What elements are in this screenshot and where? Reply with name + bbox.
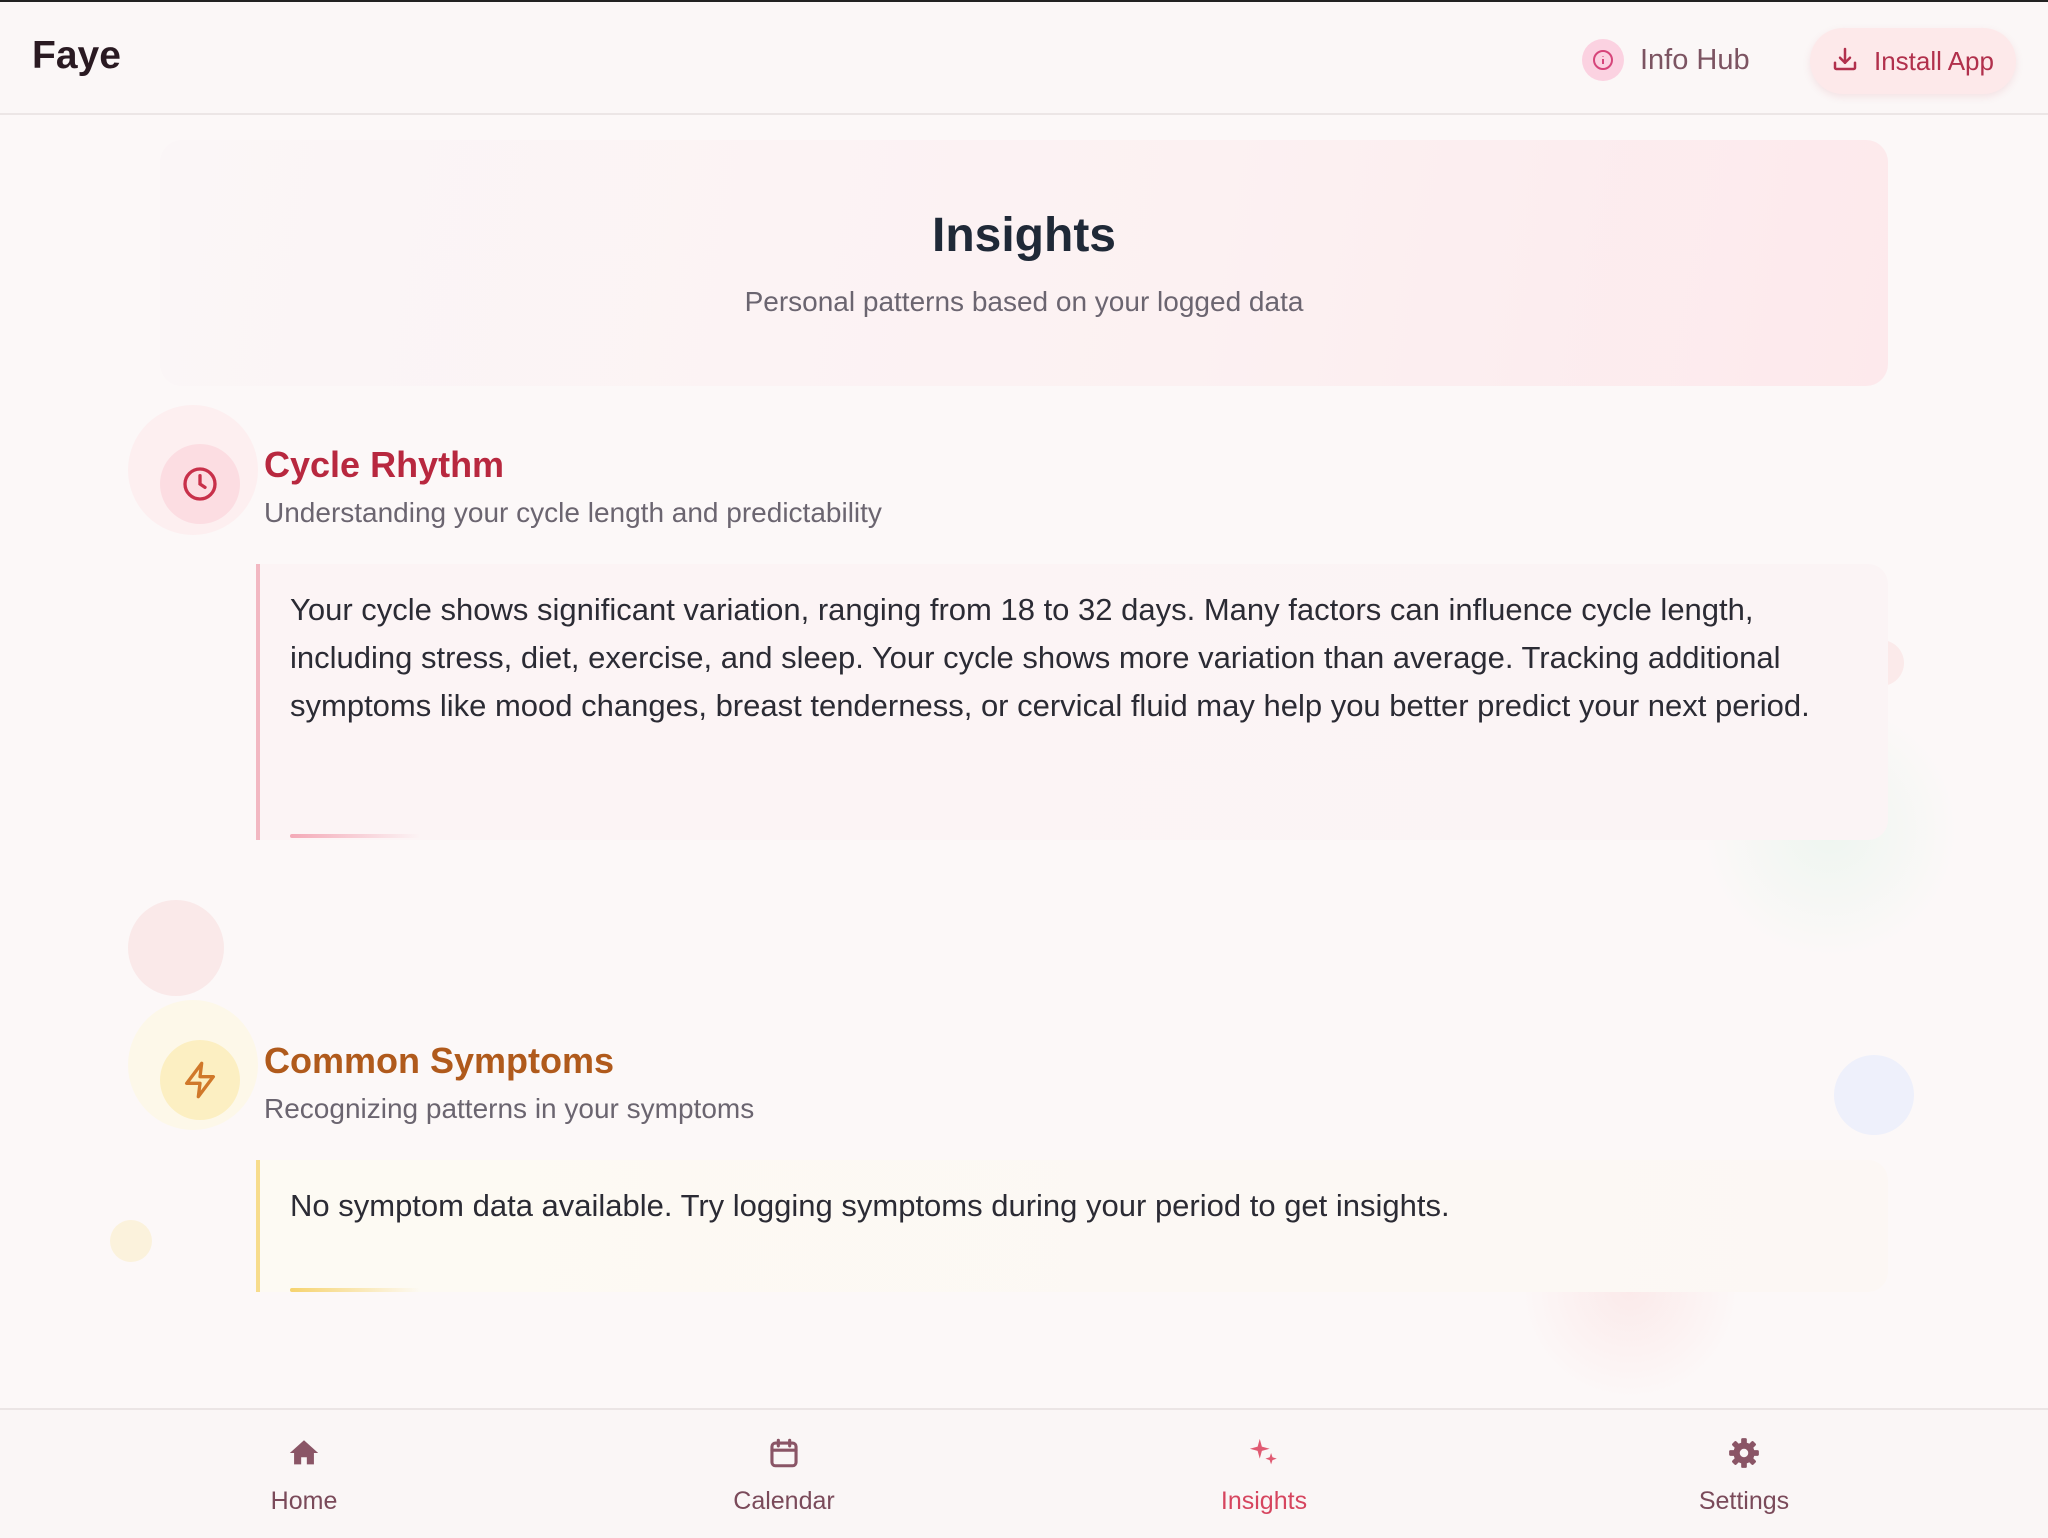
nav-label-home: Home <box>270 1487 338 1515</box>
app-header: Faye Info Hub Install App <box>0 2 2048 115</box>
sparkles-icon <box>1247 1436 1281 1475</box>
bottom-navigation: Home Calendar Insights Settings <box>0 1408 2048 1538</box>
nav-label-calendar: Calendar <box>733 1487 835 1515</box>
lightning-icon <box>160 1040 240 1120</box>
app-logo[interactable]: Faye <box>32 34 121 78</box>
install-app-button[interactable]: Install App <box>1810 28 2016 94</box>
insights-hero: Insights Personal patterns based on your… <box>160 140 1888 386</box>
card-accent-line <box>290 1288 420 1292</box>
card-accent-line <box>290 834 420 838</box>
insight-card-cycle-rhythm: Your cycle shows significant variation, … <box>256 564 1888 840</box>
insight-text: Your cycle shows significant variation, … <box>290 592 1810 723</box>
nav-item-calendar[interactable]: Calendar <box>684 1436 884 1516</box>
page-subtitle: Personal patterns based on your logged d… <box>744 286 1304 317</box>
info-hub-label: Info Hub <box>1640 43 1750 76</box>
section-subtitle-cycle-rhythm: Understanding your cycle length and pred… <box>264 497 882 528</box>
calendar-icon <box>767 1436 801 1475</box>
nav-item-insights[interactable]: Insights <box>1164 1436 1364 1516</box>
info-circle-icon <box>1582 39 1624 81</box>
nav-item-settings[interactable]: Settings <box>1644 1436 1844 1516</box>
install-app-label: Install App <box>1874 45 1994 76</box>
insight-card-common-symptoms: No symptom data available. Try logging s… <box>256 1160 1888 1292</box>
page-title: Insights <box>931 209 1116 262</box>
clock-icon <box>160 444 240 524</box>
nav-label-insights: Insights <box>1220 1487 1308 1515</box>
home-icon <box>287 1436 321 1475</box>
decorative-circle <box>1834 1055 1914 1135</box>
decorative-circle <box>128 900 224 996</box>
download-icon <box>1830 44 1860 79</box>
section-subtitle-common-symptoms: Recognizing patterns in your symptoms <box>264 1093 755 1124</box>
gear-icon <box>1727 1436 1761 1475</box>
info-hub-button[interactable]: Info Hub <box>1582 38 1750 82</box>
decorative-circle <box>110 1220 152 1262</box>
nav-label-settings: Settings <box>1698 1487 1790 1515</box>
nav-item-home[interactable]: Home <box>204 1436 404 1516</box>
section-title-cycle-rhythm: Cycle Rhythm <box>264 444 505 485</box>
section-title-common-symptoms: Common Symptoms <box>264 1040 615 1081</box>
insight-text: No symptom data available. Try logging s… <box>290 1188 1450 1223</box>
